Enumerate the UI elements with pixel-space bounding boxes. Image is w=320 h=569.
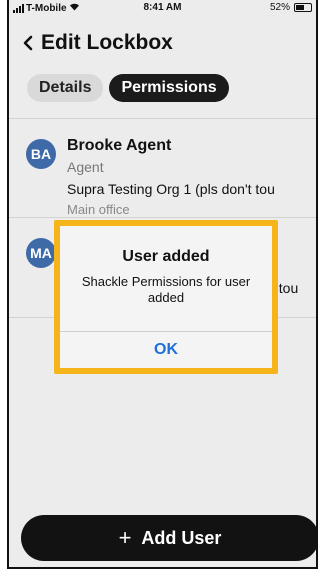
alert-dialog: User added Shackle Permissions for user … (60, 226, 272, 368)
phone-screen: T-Mobile 8:41 AM 52% Edit Lockbox Detail… (7, 0, 318, 569)
plus-icon: + (118, 525, 132, 550)
add-user-label: Add User (141, 527, 222, 548)
add-user-button[interactable]: + Add User (21, 515, 316, 561)
ok-button[interactable]: OK (60, 332, 272, 368)
dialog-message: Shackle Permissions for user added (81, 274, 251, 305)
dialog-title: User added (122, 248, 210, 265)
dialog-highlight: User added Shackle Permissions for user … (54, 220, 278, 374)
